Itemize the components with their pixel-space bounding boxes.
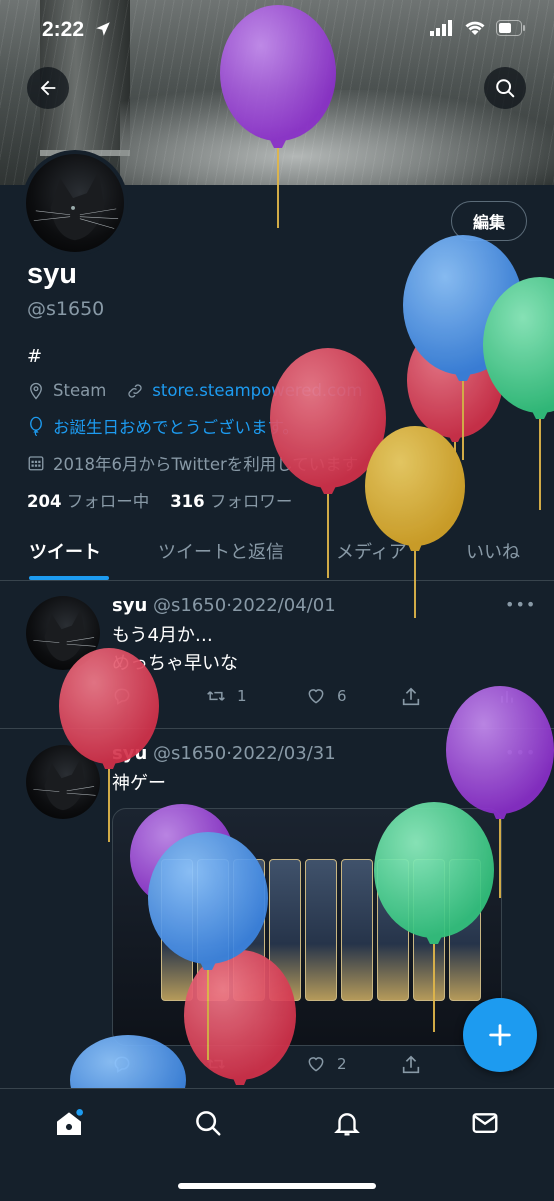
like-icon [308,689,324,704]
back-button[interactable] [27,67,69,109]
display-name: syu [27,258,77,290]
calendar-icon [28,456,44,471]
search-icon [496,79,515,98]
tweet-date: 2022/04/01 [231,595,336,616]
analytics-icon [501,691,513,703]
reply-icon [114,1056,130,1073]
tweet-text: もう4月か… めっちゃ早いな [112,625,238,674]
like-button[interactable]: 6 [305,686,347,706]
tweet-avatar[interactable] [26,745,100,819]
cellular-signal-icon [430,20,452,36]
birthday-text[interactable]: お誕生日おめでとうございます。 [53,414,299,438]
back-arrow-icon [40,80,56,96]
reply-button[interactable] [112,1054,132,1074]
retweet-icon [207,691,225,701]
active-tab-indicator [29,576,109,580]
status-bar: 2:22 [0,0,554,56]
search-button[interactable] [484,67,526,109]
share-icon [402,1055,420,1074]
nav-home[interactable] [51,1105,87,1141]
balloon-blue [403,235,523,460]
user-handle: @s1650 [27,298,105,320]
tab-likes[interactable]: いいね [466,538,520,564]
home-icon [57,1109,83,1135]
edit-profile-button[interactable]: 編集 [451,201,527,241]
tweet-date: 2022/03/31 [231,743,336,764]
wifi-icon [465,21,485,35]
location-icon [30,382,42,400]
location-arrow-icon [96,22,110,36]
follow-stats: 204 フォロー中 316 フォロワー [27,488,292,512]
cat-photo [33,171,119,241]
like-icon [308,1057,324,1072]
share-button[interactable] [400,686,422,708]
tweet-header: syu @s1650·2022/03/31 [112,743,336,764]
profile-tabs: ツイート ツイートと返信 メディア いいね [0,530,554,581]
tweet-actions: 2 [112,1054,532,1082]
analytics-button[interactable] [497,686,517,706]
like-count: 6 [337,687,347,705]
balloon-red [407,322,503,508]
tab-media[interactable]: メディア [336,538,407,564]
birthday-row: お誕生日おめでとうございます。 [27,414,299,438]
tweet-avatar[interactable] [26,596,100,670]
tweet-header: syu @s1650·2022/04/01 [112,595,336,616]
joined-row: 2018年6月からTwitterを利用しています [27,451,358,475]
location-link-row: Steam store.steampowered.com [27,381,362,400]
share-button[interactable] [400,1054,422,1076]
reply-button[interactable] [112,686,132,706]
tab-tweets-and-replies[interactable]: ツイートと返信 [158,538,284,564]
messages-icon [472,1113,498,1133]
following-link[interactable]: 204 フォロー中 [27,492,149,511]
tweet-text: 神ゲー [112,773,166,794]
tweet-media-image[interactable] [112,808,502,1046]
balloon-icon [30,416,42,436]
location-text: Steam [53,381,107,400]
like-count: 2 [337,1055,347,1073]
nav-explore[interactable] [190,1105,226,1141]
retweet-icon [207,1059,225,1069]
tab-tweets[interactable]: ツイート [29,538,101,564]
reply-icon [114,688,130,705]
explore-icon [196,1111,221,1136]
retweet-count: 1 [237,687,247,705]
share-icon [402,687,420,706]
compose-tweet-button[interactable] [463,998,537,1072]
tweet-author-name: syu [112,595,148,616]
tweet-more-button[interactable]: ••• [505,595,536,614]
status-time: 2:22 [42,18,85,41]
notifications-icon [334,1113,360,1136]
nav-messages[interactable] [467,1105,503,1141]
nav-notifications[interactable] [329,1105,365,1141]
website-link[interactable]: store.steampowered.com [152,381,362,400]
battery-icon [496,20,525,36]
followers-link[interactable]: 316 フォロワー [170,492,292,511]
bio-text: # [27,346,43,367]
profile-avatar[interactable] [22,150,128,256]
tweet-actions: 1 6 [112,686,532,714]
like-button[interactable]: 2 [305,1054,347,1074]
tweet-more-button[interactable]: ••• [505,743,536,762]
tweet-author-name: syu [112,743,148,764]
retweet-button[interactable] [205,1054,237,1074]
joined-text: 2018年6月からTwitterを利用しています [53,455,359,474]
balloon-green [483,277,554,510]
link-icon [128,383,142,398]
tweet[interactable]: syu @s1650·2022/04/01 ••• もう4月か… めっちゃ早いな… [0,581,554,729]
retweet-button[interactable]: 1 [205,686,247,706]
compose-plus-icon [489,1024,511,1046]
home-indicator [178,1183,376,1189]
